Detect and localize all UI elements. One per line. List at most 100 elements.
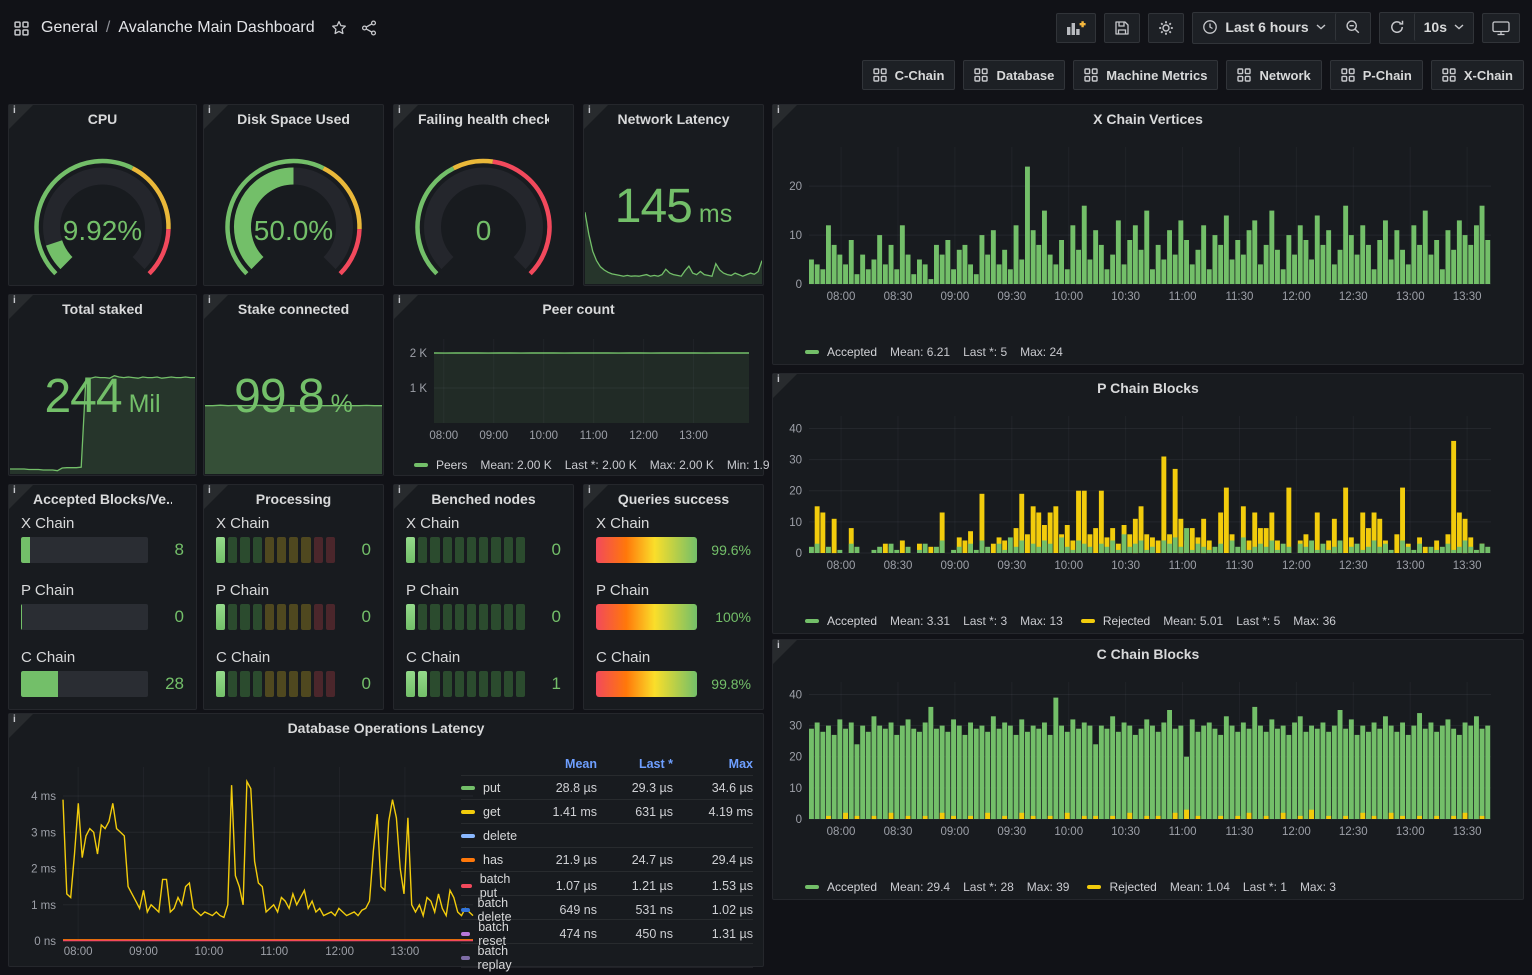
panel-title[interactable]: Database Operations Latency <box>33 720 739 736</box>
legend-item[interactable]: AcceptedMean: 3.31Last *: 3Max: 13 <box>805 614 1063 628</box>
panel-title[interactable]: Queries success <box>608 491 739 507</box>
p-chain-blocks-chart[interactable]: 08:0008:3009:0009:3010:0010:3011:0011:30… <box>779 402 1517 607</box>
zoom-out-button[interactable] <box>1335 13 1370 41</box>
dashboards-grid-icon[interactable] <box>12 19 31 38</box>
panel-db-operations-latency: i Database Operations Latency 08:0009:00… <box>8 713 764 967</box>
bar-gauge <box>21 604 148 630</box>
c-chain-blocks-chart[interactable]: 08:0008:3009:0009:3010:0010:3011:0011:30… <box>779 668 1517 873</box>
lcd-cell <box>504 537 513 563</box>
panel-info-icon[interactable]: i <box>204 485 228 509</box>
panel-title[interactable]: X Chain Vertices <box>797 111 1499 127</box>
time-range-picker[interactable]: Last 6 hours <box>1193 13 1334 41</box>
lcd-cell <box>455 604 464 630</box>
series-name[interactable]: delete <box>461 829 519 843</box>
panel-title[interactable]: Total staked <box>33 301 172 317</box>
panel-title[interactable]: Accepted Blocks/Ve... <box>33 491 172 507</box>
legend-item[interactable]: AcceptedMean: 6.21Last *: 5Max: 24 <box>805 345 1063 359</box>
dashboard-settings-button[interactable] <box>1148 13 1184 43</box>
dashboard-link-network[interactable]: Network <box>1226 60 1321 90</box>
panel-info-icon[interactable]: i <box>773 105 797 129</box>
panel-info-icon[interactable]: i <box>9 714 33 738</box>
panel-title[interactable]: Processing <box>228 491 359 507</box>
lcd-cell <box>314 671 323 697</box>
svg-text:10:30: 10:30 <box>1111 291 1140 303</box>
legend-stat: Max: 3 <box>1300 880 1336 894</box>
table-row: delete <box>461 824 753 848</box>
series-name[interactable]: has <box>461 853 519 867</box>
table-row: has21.9 µs24.7 µs29.4 µs <box>461 848 753 872</box>
legend-label: Rejected <box>1103 614 1150 628</box>
dashboard-link-c-chain[interactable]: C-Chain <box>862 60 956 90</box>
svg-text:12:30: 12:30 <box>1339 560 1368 572</box>
series-name[interactable]: batch replay <box>461 944 519 972</box>
x-chain-vertices-chart[interactable]: 08:0008:3009:0009:3010:0010:3011:0011:30… <box>779 133 1517 338</box>
dashboard-link-database[interactable]: Database <box>963 60 1065 90</box>
panel-title[interactable]: P Chain Blocks <box>797 380 1499 396</box>
panel-title[interactable]: Stake connected <box>228 301 359 317</box>
refresh-interval-picker[interactable]: 10s <box>1414 13 1473 41</box>
legend-label: Accepted <box>827 345 877 359</box>
panel-title[interactable]: Peer count <box>418 301 739 317</box>
row-value: 8 <box>158 540 184 560</box>
refresh-button[interactable] <box>1380 13 1414 41</box>
panel-title[interactable]: Disk Space Used <box>228 111 359 127</box>
stat-unit: Mil <box>129 390 161 419</box>
lcd-cell <box>443 671 452 697</box>
peer-count-chart[interactable]: 08:0009:0010:0011:0012:0013:001 K2 K <box>400 323 757 451</box>
add-panel-button[interactable] <box>1056 13 1096 43</box>
star-icon[interactable] <box>329 18 349 38</box>
panel-info-icon[interactable]: i <box>773 640 797 664</box>
db-latency-chart[interactable]: 08:0009:0010:0011:0012:0013:000 ns1 ms2 … <box>17 724 479 962</box>
panel-info-icon[interactable]: i <box>9 105 33 129</box>
panel-info-icon[interactable]: i <box>584 105 608 129</box>
breadcrumb-section[interactable]: General <box>41 19 98 37</box>
lcd-cell <box>277 604 286 630</box>
table-header[interactable]: Mean <box>519 757 597 771</box>
table-header[interactable]: Last * <box>597 757 673 771</box>
panel-title[interactable]: Benched nodes <box>418 491 549 507</box>
panel-title[interactable]: CPU <box>33 111 172 127</box>
panel-info-icon[interactable]: i <box>9 295 33 319</box>
lcd-cell <box>406 604 415 630</box>
breadcrumb-title[interactable]: Avalanche Main Dashboard <box>118 19 314 37</box>
dashboard-link-machine-metrics[interactable]: Machine Metrics <box>1073 60 1218 90</box>
svg-text:12:00: 12:00 <box>1282 560 1311 572</box>
row-value: 0 <box>345 607 371 627</box>
panel-info-icon[interactable]: i <box>773 374 797 398</box>
table-row: get1.41 ms631 µs4.19 ms <box>461 800 753 824</box>
gear-icon <box>1158 20 1174 36</box>
dashboard-link-x-chain[interactable]: X-Chain <box>1431 60 1524 90</box>
legend-item[interactable]: PeersMean: 2.00 KLast *: 2.00 KMax: 2.00… <box>414 458 770 472</box>
legend-item[interactable]: AcceptedMean: 29.4Last *: 28Max: 39 <box>805 880 1069 894</box>
panel-title[interactable]: Failing health checks <box>418 111 549 127</box>
lcd-gauge <box>406 537 525 563</box>
lcd-cell <box>240 671 249 697</box>
panel-info-icon[interactable]: i <box>584 485 608 509</box>
svg-text:09:00: 09:00 <box>129 946 158 958</box>
series-name[interactable]: get <box>461 805 519 819</box>
legend-item[interactable]: RejectedMean: 5.01Last *: 5Max: 36 <box>1081 614 1336 628</box>
legend-swatch <box>805 885 819 889</box>
lcd-gauge <box>216 671 335 697</box>
panel-info-icon[interactable]: i <box>204 295 228 319</box>
dashboard-link-p-chain[interactable]: P-Chain <box>1330 60 1423 90</box>
save-icon <box>1114 20 1130 36</box>
panel-info-icon[interactable]: i <box>394 295 418 319</box>
panel-info-icon[interactable]: i <box>394 485 418 509</box>
panel-info-icon[interactable]: i <box>9 485 33 509</box>
panel-info-icon[interactable]: i <box>204 105 228 129</box>
panel-info-icon[interactable]: i <box>394 105 418 129</box>
lcd-cell <box>216 537 225 563</box>
share-icon[interactable] <box>359 18 379 38</box>
gauge-row: P Chain0 <box>216 582 371 630</box>
lcd-cell <box>289 604 298 630</box>
save-dashboard-button[interactable] <box>1104 13 1140 43</box>
panel-title[interactable]: Network Latency <box>608 111 739 127</box>
legend-label: Peers <box>436 458 467 472</box>
kiosk-mode-button[interactable] <box>1482 13 1520 43</box>
legend-item[interactable]: RejectedMean: 1.04Last *: 1Max: 3 <box>1087 880 1335 894</box>
series-name[interactable]: put <box>461 781 519 795</box>
table-header[interactable]: Max <box>673 757 753 771</box>
panel-title[interactable]: C Chain Blocks <box>797 646 1499 662</box>
series-swatch <box>461 810 475 814</box>
